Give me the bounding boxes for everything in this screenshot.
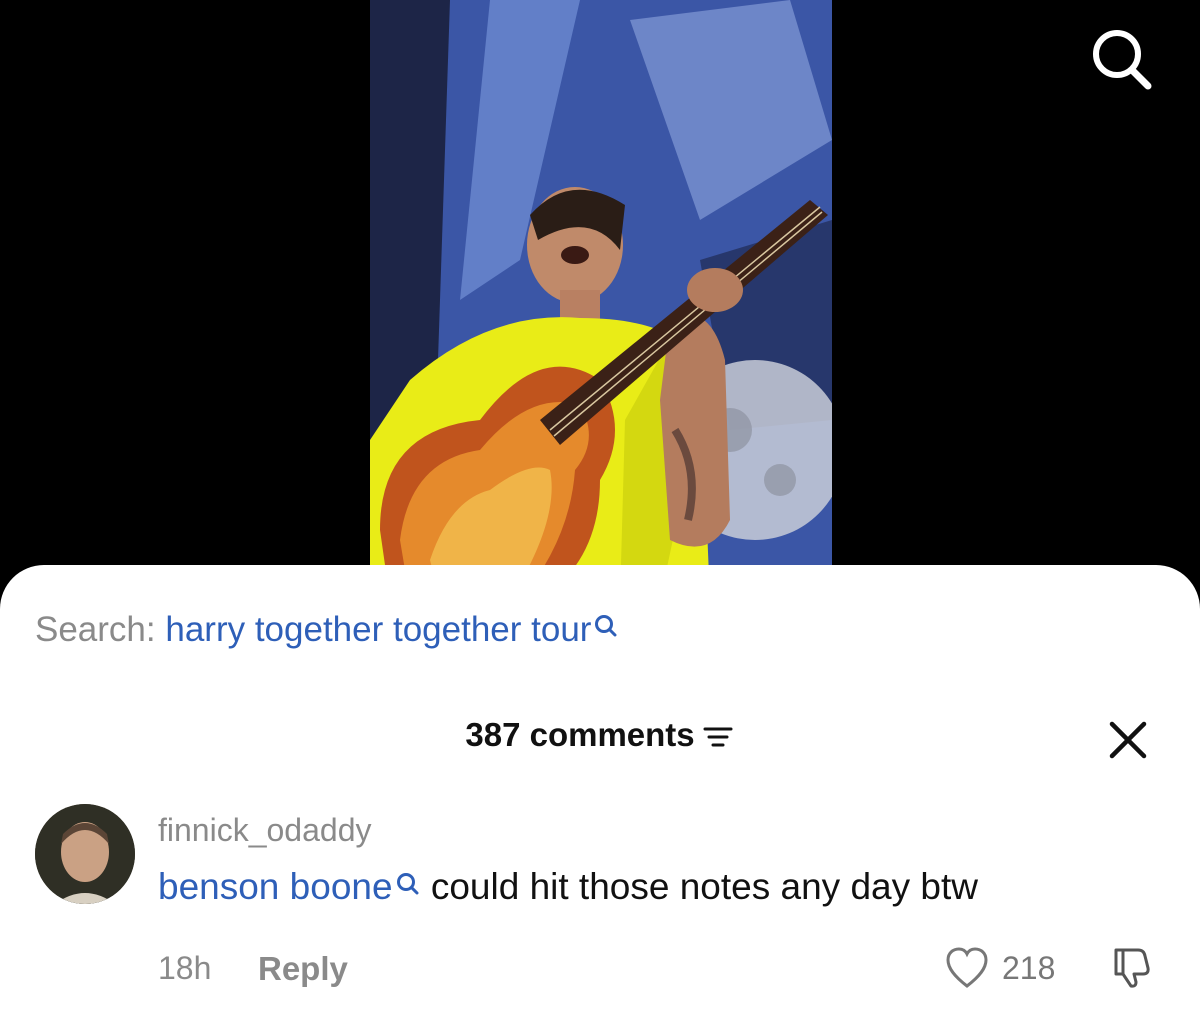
- search-icon[interactable]: [395, 864, 421, 895]
- search-icon[interactable]: [593, 608, 619, 637]
- comments-count: 387 comments: [465, 716, 695, 753]
- search-suggestion: Search: harry together together tour: [35, 610, 619, 650]
- comment-username[interactable]: finnick_odaddy: [158, 812, 371, 849]
- comment-search-link[interactable]: benson boone: [158, 866, 393, 907]
- comment-text: could hit those notes any day btw: [420, 866, 978, 907]
- like-count: 218: [1002, 950, 1056, 986]
- search-icon[interactable]: [1086, 24, 1156, 94]
- reply-button[interactable]: Reply: [258, 950, 348, 988]
- heart-icon[interactable]: [944, 946, 990, 990]
- avatar[interactable]: [35, 804, 135, 904]
- search-prefix: Search:: [35, 610, 166, 649]
- comment-timestamp: 18h: [158, 950, 212, 986]
- video-player[interactable]: [370, 0, 832, 600]
- video-area[interactable]: [0, 0, 1200, 600]
- comment-body: benson boone could hit those notes any d…: [158, 866, 978, 908]
- thumbs-down-icon[interactable]: [1108, 944, 1154, 990]
- video-frame-image: [370, 0, 832, 600]
- filter-icon[interactable]: [701, 722, 735, 752]
- close-icon[interactable]: [1106, 718, 1150, 762]
- search-query-link[interactable]: harry together together tour: [165, 610, 591, 649]
- comments-header: 387 comments: [0, 716, 1200, 754]
